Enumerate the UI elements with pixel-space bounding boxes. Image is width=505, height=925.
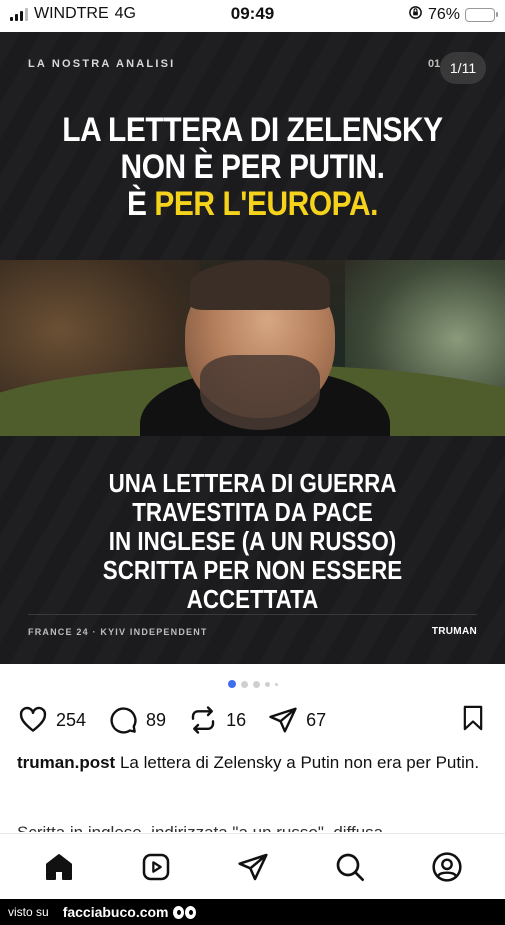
nav-profile[interactable] <box>427 847 467 887</box>
send-icon <box>237 853 268 880</box>
share-count: 67 <box>306 709 327 730</box>
send-icon <box>269 707 297 733</box>
carousel-dot <box>227 680 236 688</box>
home-icon <box>45 853 72 880</box>
carousel-dot <box>240 680 248 688</box>
divider <box>28 614 477 615</box>
post-image[interactable]: LA NOSTRA ANALISI 01 1/11 LA LETTERA DI … <box>0 32 505 664</box>
share-button[interactable]: 67 <box>268 705 326 735</box>
caption-text: La lettera di Zelensky a Putin non era p… <box>119 753 480 772</box>
comment-count: 89 <box>146 709 167 730</box>
post-page-number: 01 <box>428 58 441 70</box>
save-button[interactable] <box>459 703 487 738</box>
watermark-site-name: facciabuco.com <box>62 904 169 920</box>
like-button[interactable]: 254 <box>18 705 86 735</box>
nav-messages[interactable] <box>233 847 273 887</box>
post-caption: truman.post La lettera di Zelensky a Put… <box>17 752 491 774</box>
headline-highlight: PER L'EUROPA. <box>154 185 378 223</box>
comment-icon <box>110 707 137 734</box>
post-headline: LA LETTERA DI ZELENSKY NON È PER PUTIN. … <box>48 112 457 223</box>
like-count: 254 <box>56 709 87 730</box>
post-subtext: UNA LETTERA DI GUERRA TRAVESTITA DA PACE… <box>53 469 453 614</box>
headline-line: LA LETTERA DI ZELENSKY <box>62 111 443 149</box>
heart-icon <box>19 706 47 732</box>
watermark-prefix: visto su <box>8 905 49 919</box>
caption-username[interactable]: truman.post <box>17 753 115 772</box>
repost-button[interactable]: 16 <box>188 705 246 735</box>
bookmark-icon <box>463 705 483 730</box>
repost-icon <box>191 706 215 734</box>
eyes-icon <box>172 905 196 919</box>
brand-logo: TRUMAN <box>431 626 477 637</box>
post-actions: 254 89 16 67 <box>18 702 487 738</box>
subtext-line: SCRITTA PER NON ESSERE ACCETTATA <box>102 555 403 614</box>
comment-button[interactable]: 89 <box>108 705 166 735</box>
carousel-dots <box>0 680 505 688</box>
headline-line: È PER L'EUROPA. <box>48 186 457 223</box>
status-right: 76% <box>408 5 498 25</box>
status-bar: WINDTRE 4G 09:49 76% <box>0 0 505 30</box>
bottom-nav <box>0 833 505 899</box>
reels-icon <box>142 853 169 880</box>
carousel-counter: 1/11 <box>440 52 486 84</box>
watermark-bar: visto su facciabuco.com <box>0 899 505 925</box>
caption-more-text: Scritta in inglese, indirizzata "a un ru… <box>17 822 491 832</box>
nav-home[interactable] <box>39 847 79 887</box>
profile-icon <box>431 851 462 882</box>
headline-line: NON È PER PUTIN. <box>120 148 385 186</box>
nav-reels[interactable] <box>136 847 176 887</box>
watermark-site: facciabuco.com <box>63 904 196 920</box>
carousel-dot <box>274 682 278 686</box>
battery-percent: 76% <box>427 6 460 23</box>
search-icon <box>336 853 364 881</box>
zelensky-photo <box>0 260 505 436</box>
repost-count: 16 <box>226 709 247 730</box>
nav-search[interactable] <box>330 847 370 887</box>
subtext-line: UNA LETTERA DI GUERRA <box>108 468 397 498</box>
subtext-line: TRAVESTITA DA PACE <box>132 497 373 527</box>
post-source: FRANCE 24 · KYIV INDEPENDENT <box>28 627 208 637</box>
post-kicker: LA NOSTRA ANALISI <box>28 58 176 70</box>
battery-icon <box>465 8 498 22</box>
orientation-lock-icon <box>408 5 423 25</box>
headline-prefix: È <box>126 185 155 223</box>
carousel-dot <box>264 681 270 687</box>
carousel-dot <box>252 680 260 688</box>
subtext-line: IN INGLESE (A UN RUSSO) <box>108 526 397 556</box>
